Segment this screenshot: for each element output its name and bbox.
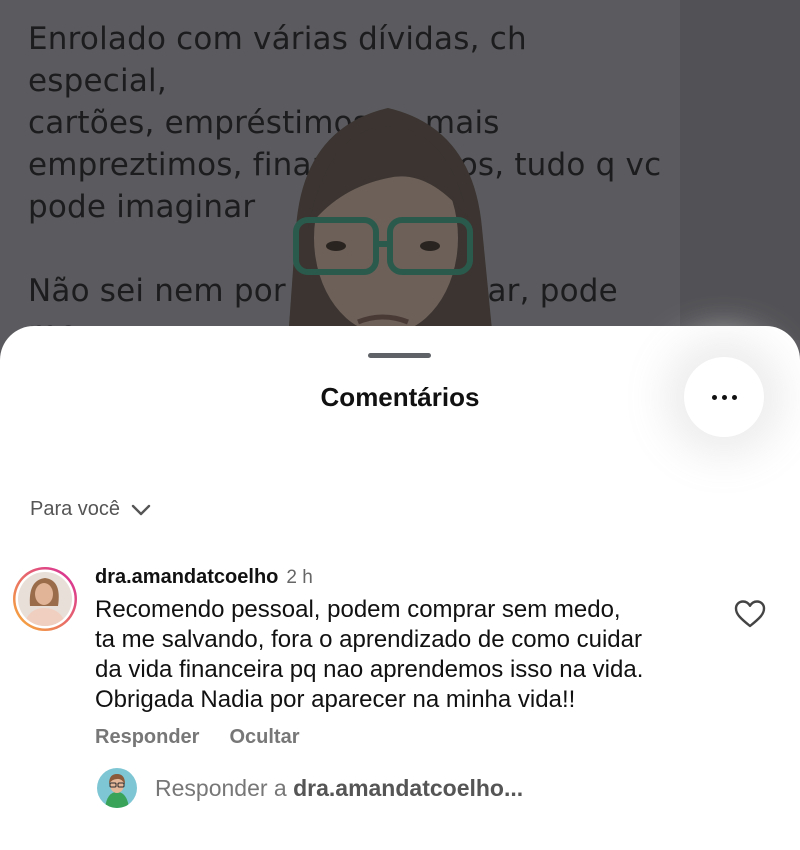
reply-placeholder: Responder a dra.amandatcoelho... [155,775,523,802]
presenter-video [288,108,493,340]
comment-username[interactable]: dra.amandatcoelho [95,566,278,589]
sheet-title: Comentários [320,382,480,412]
more-dot [721,394,727,400]
reply-prefix: Responder a [155,774,287,801]
background-post: Enrolado com várias dívidas, ch especial… [0,0,800,393]
comment-actions: Responder Ocultar [95,726,300,749]
comment-header: dra.amandatcoelho 2 h [95,566,313,589]
more-horizontal-icon [711,394,717,400]
drag-handle[interactable] [368,353,431,358]
comment-time: 2 h [286,567,313,588]
comment-filter-dropdown[interactable]: Para você [30,498,152,521]
comments-sheet: Comentários Para você dra.amandatcoelho [0,326,800,850]
hide-button[interactable]: Ocultar [229,726,299,749]
more-dot [731,394,737,400]
reply-button[interactable]: Responder [95,726,199,749]
more-options-button[interactable] [684,357,764,437]
chevron-down-icon [131,504,151,515]
reply-target: dra.amandatcoelho... [293,774,524,801]
avatar[interactable] [12,566,78,632]
background-side-panel [680,0,800,340]
my-avatar [97,768,137,808]
filter-label: Para você [30,498,121,520]
comment-text: Recomendo pessoal, podem comprar sem med… [95,596,644,713]
reply-input[interactable]: Responder a dra.amandatcoelho... [97,768,523,808]
heart-outline-icon[interactable] [734,599,766,629]
